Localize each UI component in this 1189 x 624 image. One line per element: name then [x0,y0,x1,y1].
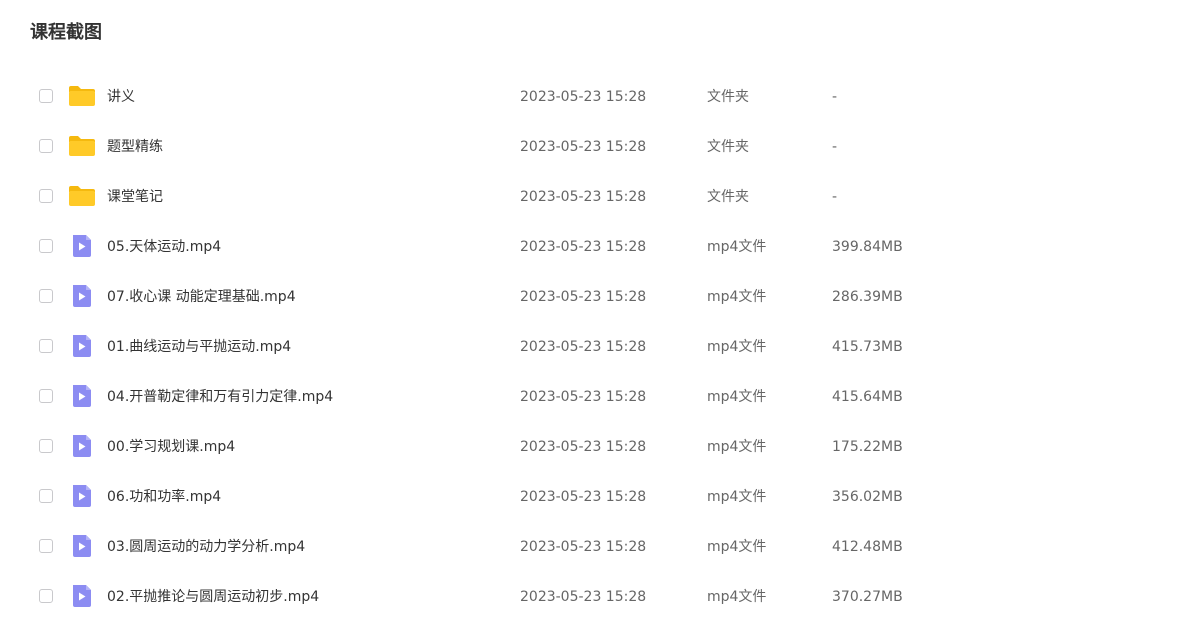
file-size: 370.27MB [832,589,903,605]
video-file-icon [68,284,96,308]
file-row[interactable]: 00.学习规划课.mp4 2023-05-23 15:28 mp4文件 175.… [0,422,1189,472]
video-file-icon [68,584,96,608]
file-size: 415.64MB [832,389,903,405]
file-size: - [832,89,838,105]
folder-icon [68,84,96,108]
file-size: 356.02MB [832,489,903,505]
file-modified-time: 2023-05-23 15:28 [520,189,647,205]
file-modified-time: 2023-05-23 15:28 [520,339,647,355]
file-type: mp4文件 [707,489,767,505]
file-size: - [832,189,838,205]
file-type: mp4文件 [707,439,767,455]
file-row[interactable]: 04.开普勒定律和万有引力定律.mp4 2023-05-23 15:28 mp4… [0,372,1189,422]
file-type: 文件夹 [707,139,749,155]
file-size: 175.22MB [832,439,903,455]
file-modified-time: 2023-05-23 15:28 [520,539,647,555]
file-modified-time: 2023-05-23 15:28 [520,289,647,305]
folder-icon [68,184,96,208]
row-checkbox[interactable] [39,189,53,203]
file-modified-time: 2023-05-23 15:28 [520,439,647,455]
file-name[interactable]: 05.天体运动.mp4 [107,237,221,257]
file-modified-time: 2023-05-23 15:28 [520,139,647,155]
row-checkbox[interactable] [39,139,53,153]
file-type: 文件夹 [707,189,749,205]
file-row[interactable]: 07.收心课 动能定理基础.mp4 2023-05-23 15:28 mp4文件… [0,272,1189,322]
file-name[interactable]: 课堂笔记 [107,187,163,207]
page-title: 课程截图 [30,22,102,43]
row-checkbox[interactable] [39,389,53,403]
file-type: mp4文件 [707,589,767,605]
file-name[interactable]: 07.收心课 动能定理基础.mp4 [107,287,296,307]
video-file-icon [68,234,96,258]
file-row[interactable]: 02.平抛推论与圆周运动初步.mp4 2023-05-23 15:28 mp4文… [0,572,1189,622]
row-checkbox[interactable] [39,489,53,503]
file-modified-time: 2023-05-23 15:28 [520,239,647,255]
file-name[interactable]: 02.平抛推论与圆周运动初步.mp4 [107,587,319,607]
file-type: mp4文件 [707,239,767,255]
video-file-icon [68,534,96,558]
file-size: - [832,139,838,155]
file-list: 讲义 2023-05-23 15:28 文件夹 - 题型精练 2023-05-2… [0,72,1189,622]
file-type: 文件夹 [707,89,749,105]
folder-icon [68,134,96,158]
file-row[interactable]: 题型精练 2023-05-23 15:28 文件夹 - [0,122,1189,172]
file-name[interactable]: 01.曲线运动与平抛运动.mp4 [107,337,291,357]
file-name[interactable]: 讲义 [107,87,135,107]
file-modified-time: 2023-05-23 15:28 [520,589,647,605]
file-modified-time: 2023-05-23 15:28 [520,489,647,505]
file-type: mp4文件 [707,539,767,555]
file-row[interactable]: 讲义 2023-05-23 15:28 文件夹 - [0,72,1189,122]
row-checkbox[interactable] [39,289,53,303]
row-checkbox[interactable] [39,539,53,553]
file-row[interactable]: 03.圆周运动的动力学分析.mp4 2023-05-23 15:28 mp4文件… [0,522,1189,572]
file-row[interactable]: 05.天体运动.mp4 2023-05-23 15:28 mp4文件 399.8… [0,222,1189,272]
video-file-icon [68,334,96,358]
file-type: mp4文件 [707,389,767,405]
file-name[interactable]: 00.学习规划课.mp4 [107,437,235,457]
video-file-icon [68,484,96,508]
file-modified-time: 2023-05-23 15:28 [520,89,647,105]
file-type: mp4文件 [707,339,767,355]
row-checkbox[interactable] [39,239,53,253]
file-size: 412.48MB [832,539,903,555]
row-checkbox[interactable] [39,339,53,353]
file-name[interactable]: 03.圆周运动的动力学分析.mp4 [107,537,305,557]
file-row[interactable]: 课堂笔记 2023-05-23 15:28 文件夹 - [0,172,1189,222]
row-checkbox[interactable] [39,589,53,603]
file-size: 286.39MB [832,289,903,305]
file-row[interactable]: 01.曲线运动与平抛运动.mp4 2023-05-23 15:28 mp4文件 … [0,322,1189,372]
video-file-icon [68,384,96,408]
row-checkbox[interactable] [39,439,53,453]
file-name[interactable]: 题型精练 [107,137,163,157]
file-name[interactable]: 06.功和功率.mp4 [107,487,221,507]
file-size: 415.73MB [832,339,903,355]
row-checkbox[interactable] [39,89,53,103]
file-modified-time: 2023-05-23 15:28 [520,389,647,405]
file-type: mp4文件 [707,289,767,305]
video-file-icon [68,434,96,458]
file-name[interactable]: 04.开普勒定律和万有引力定律.mp4 [107,387,333,407]
file-row[interactable]: 06.功和功率.mp4 2023-05-23 15:28 mp4文件 356.0… [0,472,1189,522]
file-size: 399.84MB [832,239,903,255]
